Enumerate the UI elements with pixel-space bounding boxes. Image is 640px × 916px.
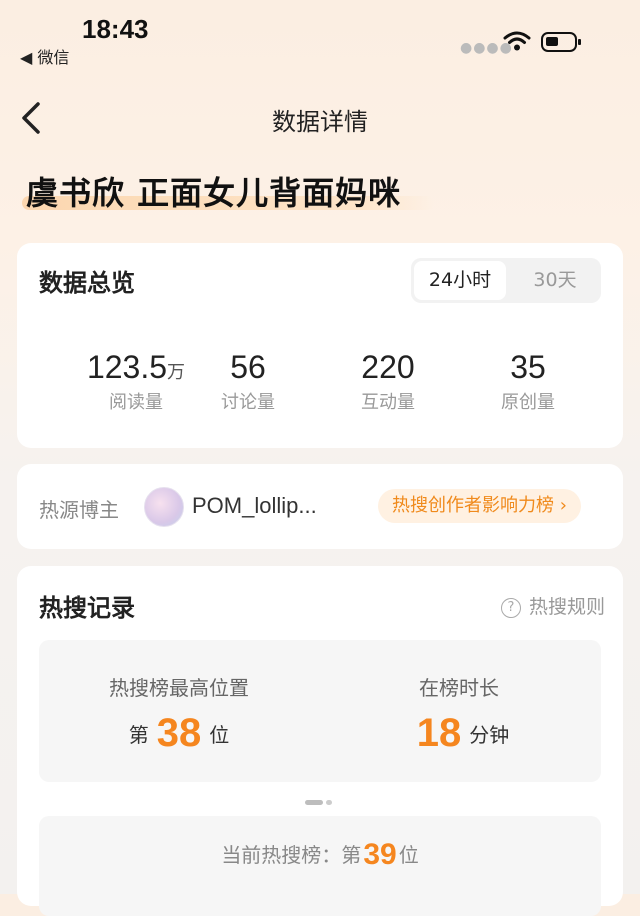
tab-24-hours[interactable]: 24小时: [414, 261, 506, 300]
tab-30-days[interactable]: 30天: [509, 261, 601, 300]
stat-value: 123.5: [86, 349, 168, 385]
avatar[interactable]: [144, 487, 184, 527]
data-overview-card: 数据总览 24小时 30天 123.5万 阅读量 56 讨论量 220 互动量 …: [17, 243, 623, 448]
current-rank-box: 当前热搜榜：第39 位: [39, 816, 601, 916]
time-on-list-label: 在榜时长: [419, 676, 499, 700]
stat-value: 220: [361, 349, 415, 385]
topic-title: 虞书欣 正面女儿背面妈咪: [26, 174, 402, 212]
stat-interactions: 220 互动量: [313, 349, 463, 414]
rules-label: 热搜规则: [528, 596, 605, 618]
highest-suffix: 位: [209, 723, 230, 747]
hot-search-records-card: 热搜记录 ? 热搜规则 热搜榜最高位置 第 38 位 在榜时长 18 分钟 当前热搜榜：…: [17, 566, 623, 916]
records-title: 热搜记录: [39, 594, 135, 622]
status-time: 18:43: [82, 14, 149, 44]
duration-value: 18: [416, 711, 462, 755]
records-summary: 热搜榜最高位置 第 38 位 在榜时长 18 分钟: [39, 640, 601, 782]
period-toggle: 24小时 30天: [411, 258, 601, 303]
stat-label: 讨论量: [221, 392, 275, 413]
page-indicator: [305, 790, 335, 809]
back-to-app-link[interactable]: ◀ 微信: [20, 44, 69, 68]
stat-label: 互动量: [361, 392, 415, 413]
highest-value: 38: [156, 711, 202, 755]
current-rank-label: 当前热搜榜：第: [221, 843, 362, 867]
stat-value: 56: [230, 349, 266, 385]
current-rank-value: 39: [363, 838, 397, 871]
current-rank-suffix: 位: [398, 843, 419, 867]
stat-originals: 35 原创量: [453, 349, 603, 414]
highest-position-label: 热搜榜最高位置: [109, 676, 249, 700]
battery-icon: [541, 32, 581, 52]
status-bar: 18:43 ◀ 微信 ●●●●: [0, 0, 640, 80]
rules-link[interactable]: ? 热搜规则: [500, 592, 605, 619]
page-title: 数据详情: [272, 108, 368, 136]
wifi-icon: [503, 31, 531, 51]
stat-discussions: 56 讨论量: [173, 349, 323, 414]
hot-source-card: 热源博主 POM_lollip... 热搜创作者影响力榜 ›: [17, 464, 623, 549]
highest-position: 热搜榜最高位置 第 38 位: [49, 672, 309, 756]
creator-influence-rank-button[interactable]: 热搜创作者影响力榜 ›: [378, 489, 581, 523]
blogger-name[interactable]: POM_lollip...: [192, 493, 317, 519]
stat-value: 35: [510, 349, 546, 385]
time-on-list: 在榜时长 18 分钟: [329, 672, 589, 756]
hot-source-label: 热源博主: [39, 498, 119, 522]
highest-prefix: 第: [128, 723, 149, 747]
stat-label: 原创量: [501, 392, 555, 413]
duration-unit: 分钟: [469, 723, 510, 747]
overview-title: 数据总览: [39, 269, 135, 297]
question-icon: ?: [500, 598, 521, 618]
